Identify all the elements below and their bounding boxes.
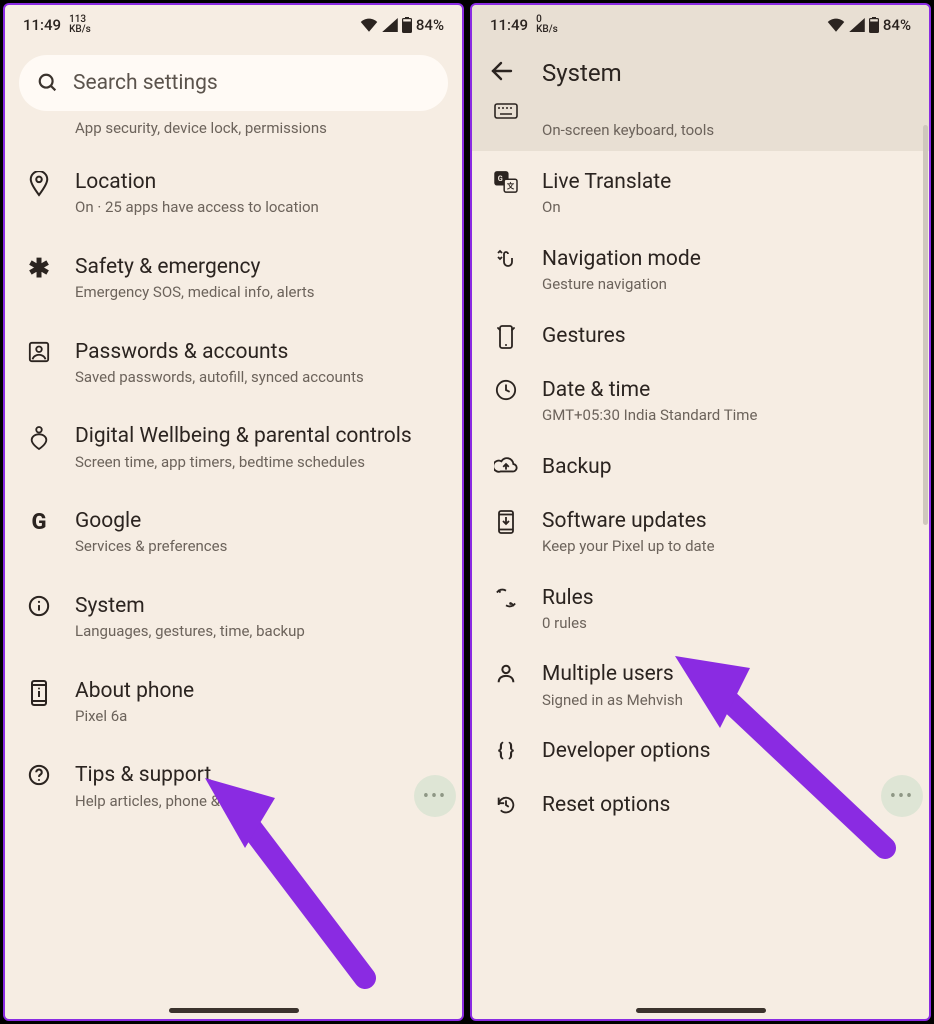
row-gestures[interactable]: Gestures	[472, 309, 929, 363]
system-list: G文 Live Translate On Navigation mode Ges…	[472, 151, 929, 1019]
history-icon	[492, 792, 520, 816]
rules-icon	[492, 585, 520, 609]
arrow-back-icon	[490, 59, 514, 83]
translate-icon: G文	[492, 169, 520, 193]
prev-item-peek-sub: On-screen keyboard, tools	[472, 121, 929, 151]
wellbeing-icon	[25, 423, 53, 451]
status-bar: 11:49 0 KB/s 84%	[472, 5, 929, 45]
clock-icon	[492, 377, 520, 401]
scrollbar-thumb[interactable]	[923, 125, 928, 525]
svg-text:G: G	[498, 174, 503, 183]
network-speed: 113 KB/s	[69, 15, 91, 35]
system-settings-screen: 11:49 0 KB/s 84% System On-screen keyboa…	[470, 3, 931, 1021]
home-indicator[interactable]	[169, 1008, 299, 1013]
row-passwords[interactable]: Passwords & accounts Saved passwords, au…	[5, 321, 462, 406]
gestures-phone-icon	[492, 323, 520, 349]
cloud-up-icon	[492, 454, 520, 474]
row-date-time[interactable]: Date & time GMT+05:30 India Standard Tim…	[472, 363, 929, 440]
swipe-icon	[492, 246, 520, 272]
system-header: System	[472, 45, 929, 103]
svg-text:文: 文	[506, 181, 515, 190]
status-time: 11:49	[490, 16, 528, 34]
row-developer-options[interactable]: { } Developer options	[472, 724, 929, 778]
row-about-phone[interactable]: About phone Pixel 6a	[5, 660, 462, 745]
home-indicator[interactable]	[636, 1008, 766, 1013]
cell-signal-icon	[382, 18, 398, 32]
search-icon	[37, 72, 59, 94]
row-backup[interactable]: Backup	[472, 440, 929, 494]
status-icons: 84%	[827, 16, 911, 34]
row-reset-options[interactable]: Reset options	[472, 778, 929, 832]
wifi-icon	[360, 18, 378, 32]
status-icons: 84%	[360, 16, 444, 34]
prev-item-peek-sub: App security, device lock, permissions	[5, 119, 462, 151]
account-box-icon	[25, 339, 53, 363]
person-icon	[492, 661, 520, 685]
keyboard-icon	[492, 103, 520, 121]
phone-device-icon	[25, 678, 53, 706]
braces-icon: { }	[492, 738, 520, 761]
network-speed: 0 KB/s	[536, 15, 558, 35]
row-rules[interactable]: Rules 0 rules	[472, 571, 929, 648]
help-icon	[25, 762, 53, 786]
search-settings-field[interactable]: Search settings	[19, 55, 448, 111]
prev-item-peek[interactable]	[472, 103, 929, 121]
location-pin-icon	[25, 169, 53, 197]
battery-icon	[869, 17, 879, 33]
cell-signal-icon	[849, 18, 865, 32]
floating-more-button[interactable]: •••	[414, 775, 456, 817]
row-tips[interactable]: Tips & support Help articles, phone & ch…	[5, 744, 462, 829]
search-placeholder: Search settings	[73, 71, 218, 95]
row-wellbeing[interactable]: Digital Wellbeing & parental controls Sc…	[5, 405, 462, 490]
floating-more-button[interactable]: •••	[881, 775, 923, 817]
asterisk-icon: ✱	[25, 254, 53, 282]
status-bar: 11:49 113 KB/s 84%	[5, 5, 462, 45]
system-update-icon	[492, 508, 520, 534]
row-navigation-mode[interactable]: Navigation mode Gesture navigation	[472, 232, 929, 309]
row-google[interactable]: G Google Services & preferences	[5, 490, 462, 575]
google-g-icon: G	[25, 508, 53, 535]
back-button[interactable]	[490, 59, 514, 87]
battery-pct: 84%	[416, 16, 444, 34]
row-software-updates[interactable]: Software updates Keep your Pixel up to d…	[472, 494, 929, 571]
page-title: System	[542, 59, 622, 87]
settings-list: Location On · 25 apps have access to loc…	[5, 151, 462, 1019]
row-multiple-users[interactable]: Multiple users Signed in as Mehvish	[472, 647, 929, 724]
row-safety[interactable]: ✱ Safety & emergency Emergency SOS, medi…	[5, 236, 462, 321]
settings-main-screen: 11:49 113 KB/s 84% Search settings App s…	[3, 3, 464, 1021]
row-live-translate[interactable]: G文 Live Translate On	[472, 155, 929, 232]
row-system[interactable]: System Languages, gestures, time, backup	[5, 575, 462, 660]
row-location[interactable]: Location On · 25 apps have access to loc…	[5, 151, 462, 236]
battery-pct: 84%	[883, 16, 911, 34]
battery-icon	[402, 17, 412, 33]
info-icon	[25, 593, 53, 617]
wifi-icon	[827, 18, 845, 32]
status-time: 11:49	[23, 16, 61, 34]
